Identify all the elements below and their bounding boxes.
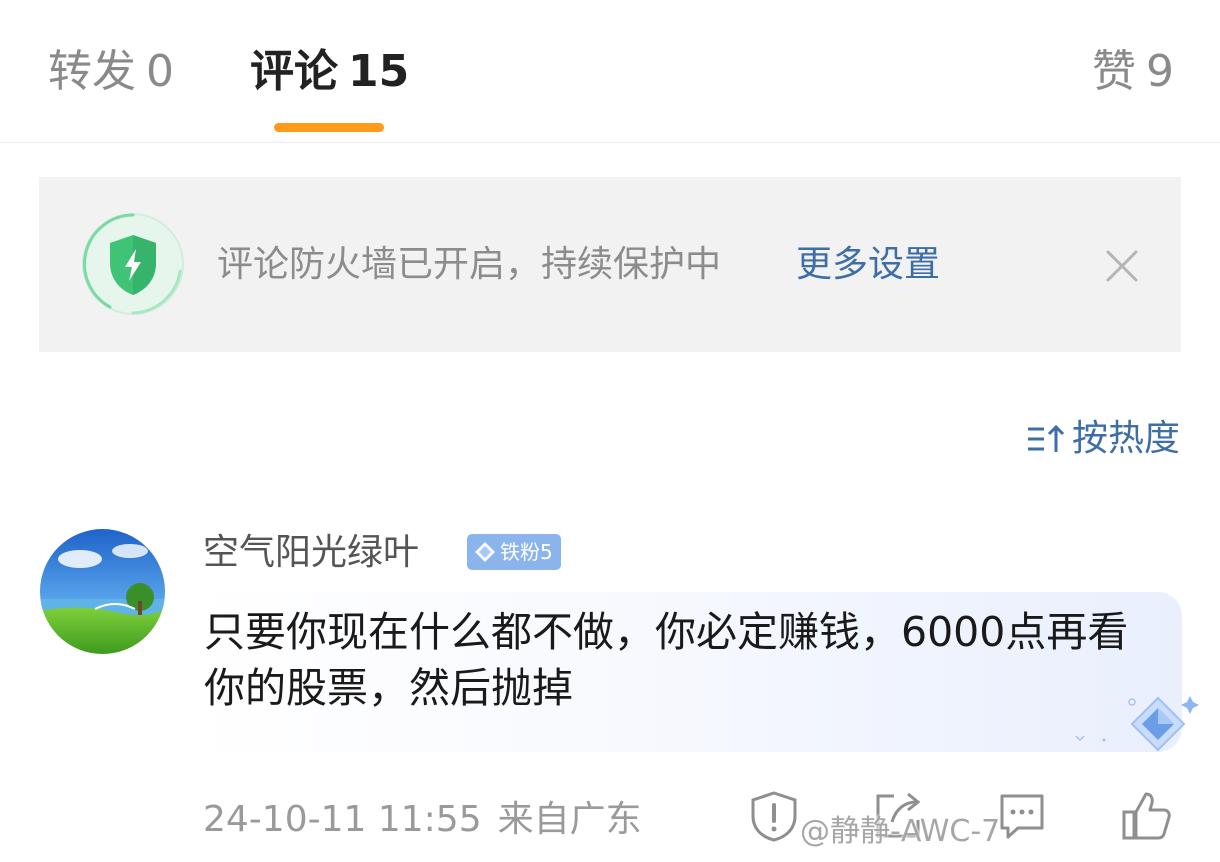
firewall-notice-text: 评论防火墙已开启，持续保护中 [217,244,722,285]
like-icon[interactable] [1120,790,1172,842]
comment-text: 只要你现在什么都不做，你必定赚钱，6000点再看你的股票，然后抛掉 [204,608,1129,712]
close-icon[interactable] [1105,249,1139,283]
report-icon[interactable] [748,790,800,842]
tab-like-count: 9 [1146,46,1174,97]
sort-icon [1027,424,1065,452]
avatar[interactable] [40,529,165,654]
tab-repost-label: 转发 [48,46,136,97]
watermark: @静静-AWC-7 [800,814,1001,849]
sort-by-hot-button[interactable]: 按热度 [1026,416,1180,462]
tab-comment[interactable]: 评论 15 [250,44,409,100]
comment-location: 来自广东 [497,799,642,840]
tab-repost[interactable]: 转发 0 [48,44,174,100]
tab-comment-count: 15 [348,46,410,97]
comment-username[interactable]: 空气阳光绿叶 [203,530,419,576]
tab-repost-count: 0 [146,46,174,97]
active-tab-indicator [274,123,384,132]
sparkle-diamond-icon [1075,696,1199,752]
tab-bar: 转发 0 评论 15 赞9 [0,0,1220,143]
tab-like[interactable]: 赞9 [1092,44,1174,100]
fan-level-label: 铁粉5 [500,540,553,564]
tab-like-label: 赞 [1092,46,1136,97]
comment-meta: 24-10-11 11:55 来自广东 [203,795,642,845]
more-settings-link[interactable]: 更多设置 [796,243,940,287]
comment-bubble: 只要你现在什么都不做，你必定赚钱，6000点再看你的股票，然后抛掉 [190,592,1199,752]
tab-comment-label: 评论 [250,46,338,97]
diamond-icon [475,542,495,562]
reply-icon[interactable] [996,790,1048,842]
sort-label: 按热度 [1071,418,1180,459]
fan-level-badge[interactable]: 铁粉5 [467,534,561,570]
firewall-notice: 评论防火墙已开启，持续保护中 更多设置 [39,177,1181,352]
comment-date: 24-10-11 11:55 [203,799,482,840]
shield-lightning-icon [80,211,186,317]
